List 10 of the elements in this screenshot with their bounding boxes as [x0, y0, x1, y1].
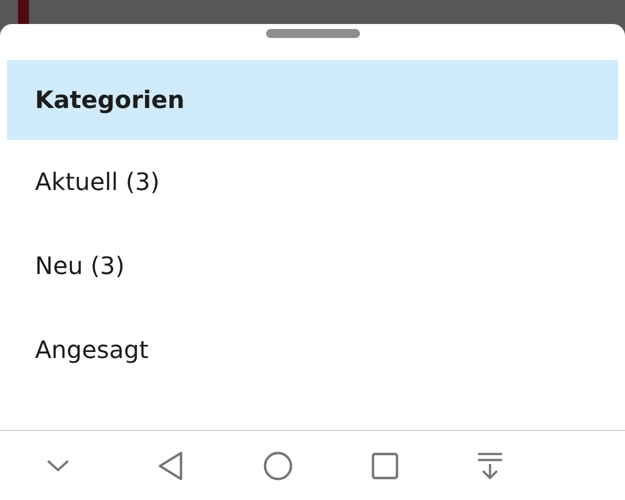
category-item[interactable]: Aktuell (3)	[7, 140, 618, 224]
drag-handle[interactable]	[266, 29, 360, 38]
category-item[interactable]: Kategorien	[7, 60, 618, 140]
back-icon[interactable]	[157, 451, 185, 481]
pull-down-icon[interactable]	[477, 452, 503, 480]
category-item[interactable]: Neu (3)	[7, 224, 618, 308]
home-icon[interactable]	[263, 451, 293, 481]
category-item[interactable]: Angesagt	[7, 308, 618, 392]
chevron-down-icon[interactable]	[46, 459, 70, 473]
recents-icon[interactable]	[371, 452, 399, 480]
